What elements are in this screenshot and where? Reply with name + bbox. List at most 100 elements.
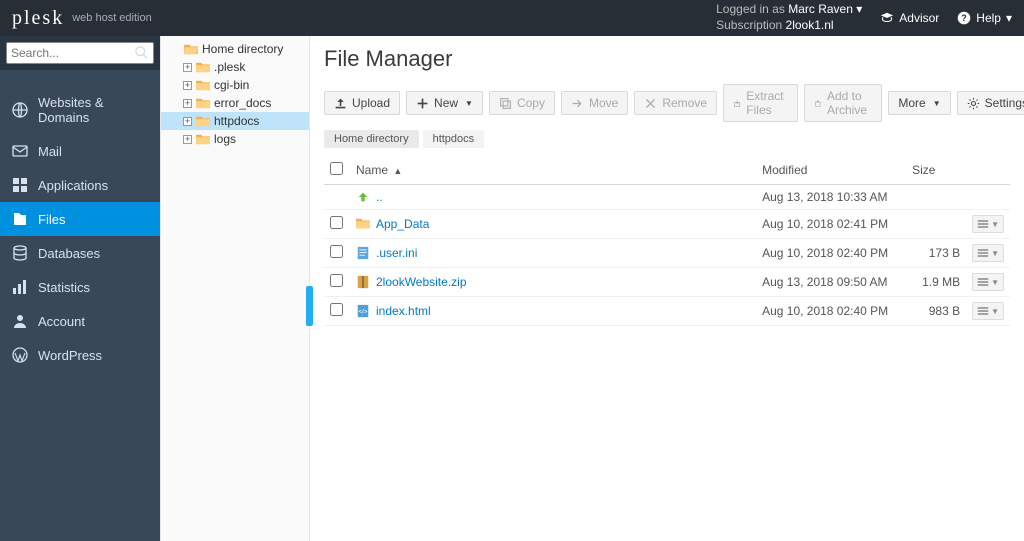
advisor-link[interactable]: Advisor — [880, 11, 939, 25]
search-input[interactable] — [6, 42, 154, 64]
row-checkbox[interactable] — [330, 274, 343, 287]
expand-toggle[interactable]: + — [183, 117, 192, 126]
tree-label: .plesk — [214, 60, 245, 74]
sidebar-item-websites[interactable]: Websites & Domains — [0, 86, 160, 134]
svg-text:</>: </> — [359, 309, 368, 316]
copy-button[interactable]: Copy — [489, 91, 555, 115]
chevron-down-icon: ▾ — [856, 2, 862, 16]
wordpress-icon — [12, 347, 28, 363]
menu-icon — [977, 247, 989, 259]
tree-item[interactable]: + logs — [161, 130, 309, 148]
folder-icon — [196, 115, 210, 127]
select-all-checkbox[interactable] — [330, 162, 343, 175]
expand-toggle[interactable]: + — [183, 99, 192, 108]
folder-icon — [196, 97, 210, 109]
file-link[interactable]: App_Data — [376, 217, 429, 231]
column-name[interactable]: Name ▲ — [350, 156, 756, 185]
brand: plesk — [12, 7, 64, 30]
advisor-icon — [880, 11, 894, 25]
help-menu[interactable]: Help ▾ — [957, 11, 1012, 25]
sidebar-item-databases[interactable]: Databases — [0, 236, 160, 270]
file-link[interactable]: index.html — [376, 304, 431, 318]
chevron-down-icon: ▼ — [991, 307, 999, 316]
row-checkbox[interactable] — [330, 216, 343, 229]
modified-cell: Aug 10, 2018 02:41 PM — [756, 210, 906, 239]
expand-toggle[interactable]: + — [183, 135, 192, 144]
sidebar-item-label: Files — [38, 212, 65, 227]
extract-button[interactable]: Extract Files — [723, 84, 798, 122]
column-size[interactable]: Size — [906, 156, 966, 185]
size-cell: 1.9 MB — [906, 268, 966, 297]
sidebar-item-label: Account — [38, 314, 85, 329]
tree-label: Home directory — [202, 42, 283, 56]
html-icon: </> — [356, 304, 370, 318]
folder-icon — [196, 79, 210, 91]
tree-label: httpdocs — [214, 114, 259, 128]
column-modified[interactable]: Modified — [756, 156, 906, 185]
sidebar-item-account[interactable]: Account — [0, 304, 160, 338]
tree-label: error_docs — [214, 96, 271, 110]
up-link[interactable]: .. — [376, 190, 383, 204]
tree-item[interactable]: + .plesk — [161, 58, 309, 76]
size-cell: 173 B — [906, 239, 966, 268]
toolbar: Upload New▼ Copy Move Remove Extract Fil… — [324, 84, 1010, 122]
table-row: 2lookWebsite.zip Aug 13, 2018 09:50 AM 1… — [324, 268, 1010, 297]
upload-button[interactable]: Upload — [324, 91, 400, 115]
file-link[interactable]: .user.ini — [376, 246, 417, 260]
archive-button[interactable]: Add to Archive — [804, 84, 882, 122]
up-arrow-icon — [356, 190, 370, 204]
breadcrumb-item[interactable]: httpdocs — [423, 130, 485, 148]
tree-item[interactable]: + cgi-bin — [161, 76, 309, 94]
sidebar-item-label: Statistics — [38, 280, 90, 295]
tree-item[interactable]: + error_docs — [161, 94, 309, 112]
row-actions-button[interactable]: ▼ — [972, 244, 1004, 262]
table-row: App_Data Aug 10, 2018 02:41 PM ▼ — [324, 210, 1010, 239]
expand-toggle[interactable]: + — [183, 81, 192, 90]
sidebar-item-label: Databases — [38, 246, 100, 261]
breadcrumb: Home directory httpdocs — [324, 130, 1010, 148]
sidebar-item-wordpress[interactable]: WordPress — [0, 338, 160, 372]
login-info: Logged in as Marc Raven ▾ Subscription 2… — [716, 2, 862, 33]
modified-cell: Aug 13, 2018 10:33 AM — [756, 185, 906, 210]
gear-icon — [967, 97, 980, 110]
row-actions-button[interactable]: ▼ — [972, 302, 1004, 320]
move-button[interactable]: Move — [561, 91, 628, 115]
database-icon — [12, 245, 28, 261]
row-checkbox[interactable] — [330, 245, 343, 258]
new-button[interactable]: New▼ — [406, 91, 483, 115]
sidebar-item-statistics[interactable]: Statistics — [0, 270, 160, 304]
folder-icon — [196, 61, 210, 73]
subscription-link[interactable]: 2look1.nl — [786, 18, 834, 32]
sidebar-item-files[interactable]: Files — [0, 202, 160, 236]
file-link[interactable]: 2lookWebsite.zip — [376, 275, 467, 289]
more-button[interactable]: More▼ — [888, 91, 950, 115]
expand-toggle[interactable]: + — [183, 63, 192, 72]
row-actions-button[interactable]: ▼ — [972, 273, 1004, 291]
sidebar-item-applications[interactable]: Applications — [0, 168, 160, 202]
breadcrumb-item[interactable]: Home directory — [324, 130, 419, 148]
row-actions-button[interactable]: ▼ — [972, 215, 1004, 233]
folder-icon — [196, 133, 210, 145]
user-menu[interactable]: Marc Raven ▾ — [788, 2, 862, 16]
remove-button[interactable]: Remove — [634, 91, 717, 115]
menu-icon — [977, 305, 989, 317]
row-checkbox[interactable] — [330, 303, 343, 316]
folder-icon — [356, 217, 370, 231]
globe-icon — [12, 102, 28, 118]
sidebar-item-mail[interactable]: Mail — [0, 134, 160, 168]
tree-item[interactable]: + httpdocs — [161, 112, 309, 130]
table-row-up[interactable]: .. Aug 13, 2018 10:33 AM — [324, 185, 1010, 210]
ini-icon — [356, 246, 370, 260]
file-table: Name ▲ Modified Size .. Aug 13, 2018 10:… — [324, 156, 1010, 326]
chevron-down-icon: ▼ — [991, 278, 999, 287]
sidebar: Websites & Domains Mail Applications Fil… — [0, 36, 160, 541]
move-icon — [571, 97, 584, 110]
sidebar-item-label: Websites & Domains — [38, 95, 148, 125]
settings-button[interactable]: Settings — [957, 91, 1024, 115]
chevron-down-icon: ▾ — [1006, 11, 1012, 25]
subscription-label: Subscription — [716, 18, 782, 32]
chevron-down-icon: ▼ — [991, 249, 999, 258]
tree-collapse-handle[interactable] — [306, 286, 313, 326]
tree-root[interactable]: Home directory — [161, 40, 309, 58]
extract-icon — [733, 97, 741, 110]
